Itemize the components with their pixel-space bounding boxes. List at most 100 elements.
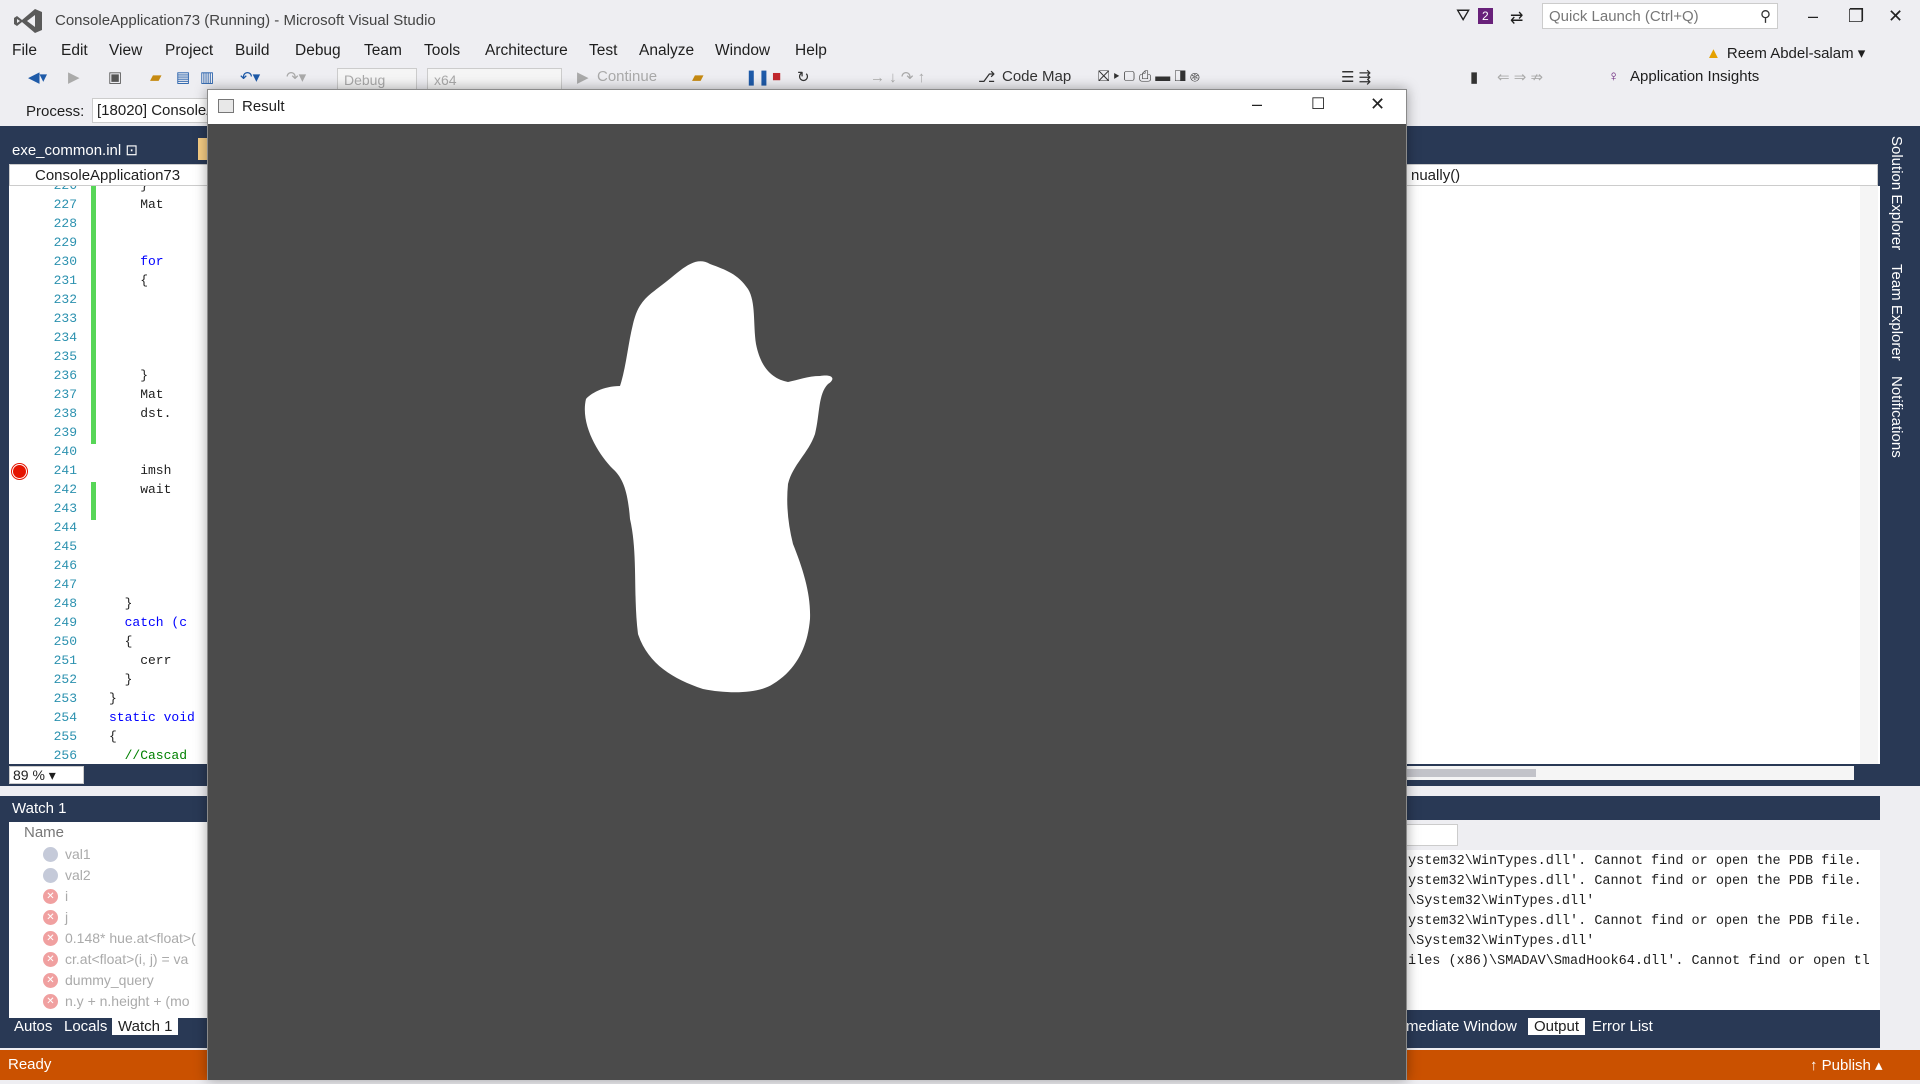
code-map-icon[interactable]: ⎇ xyxy=(978,68,995,86)
tab-team-explorer[interactable]: Team Explorer xyxy=(1888,264,1905,361)
menu-file[interactable]: File xyxy=(12,42,37,60)
publish-button[interactable]: ↑ Publish ▴ xyxy=(1810,1056,1883,1074)
menu-tools[interactable]: Tools xyxy=(424,42,460,60)
menu-help[interactable]: Help xyxy=(795,42,827,60)
line-number: 234 xyxy=(53,330,77,345)
output-text[interactable]: ystem32\WinTypes.dll'. Cannot find or op… xyxy=(1406,850,1880,1010)
search-icon: ⚲ xyxy=(1760,8,1771,25)
save-icon[interactable]: ▤ xyxy=(176,68,190,86)
navigate-forward-icon[interactable]: ▶ xyxy=(68,68,80,86)
bookmark-icon[interactable]: ▮ xyxy=(1470,68,1478,86)
code-line: { xyxy=(109,729,117,744)
application-insights-button[interactable]: Application Insights xyxy=(1630,68,1759,85)
line-number: 232 xyxy=(53,292,77,307)
watch-row-name[interactable]: i xyxy=(65,888,68,904)
notification-filter-icon[interactable]: ⛛ xyxy=(1456,6,1470,26)
close-button[interactable]: ✕ xyxy=(1888,6,1903,27)
watch-row-name[interactable]: dummy_query xyxy=(65,972,154,988)
tab-locals[interactable]: Locals xyxy=(64,1018,107,1035)
menu-analyze[interactable]: Analyze xyxy=(639,42,694,60)
output-source-dropdown[interactable] xyxy=(1406,824,1458,846)
editor-horizontal-scrollbar[interactable] xyxy=(1406,766,1854,780)
line-number: 245 xyxy=(53,539,77,554)
break-all-icon[interactable]: ❚❚ xyxy=(745,68,770,86)
stop-debugging-icon[interactable]: ■ xyxy=(772,68,781,85)
code-line: } xyxy=(109,368,149,383)
restart-icon[interactable]: ↻ xyxy=(797,68,810,86)
menu-debug[interactable]: Debug xyxy=(295,42,341,60)
line-number: 231 xyxy=(53,273,77,288)
result-close-button[interactable]: ✕ xyxy=(1370,94,1385,115)
new-project-icon[interactable]: ▣ xyxy=(108,68,122,86)
tab-exe-common[interactable]: exe_common.inl ⊡ xyxy=(12,141,138,159)
solution-config-dropdown[interactable]: Debug xyxy=(337,68,417,91)
watch-row-name[interactable]: j xyxy=(65,909,68,925)
restore-button[interactable]: ❐ xyxy=(1848,6,1864,27)
breakpoint-icon[interactable] xyxy=(12,464,27,479)
code-map-button[interactable]: Code Map xyxy=(1002,68,1071,85)
quick-launch-input[interactable]: Quick Launch (Ctrl+Q) ⚲ xyxy=(1542,3,1778,29)
code-editor[interactable]: 226 } 227 Mat 228 229 230 for 231 {232 233 234 2… xyxy=(9,186,209,764)
menu-architecture[interactable]: Architecture xyxy=(485,42,568,60)
tab-solution-explorer[interactable]: Solution Explorer xyxy=(1888,136,1905,250)
undo-icon[interactable]: ↶▾ xyxy=(240,68,260,86)
code-line: } xyxy=(109,596,133,611)
watch-row-name[interactable]: n.y + n.height + (mo xyxy=(65,993,190,1009)
tab-output[interactable]: Output xyxy=(1528,1018,1586,1035)
watch-grid[interactable]: Name val1 val2 ✕ i ✕ j ✕ 0.148* hue.at<float>(✕… xyxy=(9,822,210,1018)
tab-autos[interactable]: Autos xyxy=(14,1018,52,1035)
zoom-dropdown[interactable]: 89 % ▾ xyxy=(9,766,84,784)
minimize-button[interactable]: ‒ xyxy=(1808,6,1818,27)
menu-build[interactable]: Build xyxy=(235,42,269,60)
tab-label: exe_common.inl xyxy=(12,142,122,159)
folder-icon[interactable]: ▰ xyxy=(692,68,704,86)
platform-dropdown[interactable]: x64 xyxy=(427,68,562,91)
bookmark-nav-icon[interactable]: ⇐ ⇒ ⇏ xyxy=(1497,68,1543,86)
step-into-icon[interactable]: → ↓ ↷ ↑ xyxy=(870,68,925,86)
scroll-thumb[interactable] xyxy=(1406,769,1536,777)
code-editor-right[interactable] xyxy=(1406,186,1880,764)
menu-edit[interactable]: Edit xyxy=(61,42,88,60)
menu-team[interactable]: Team xyxy=(364,42,402,60)
tab-error-list[interactable]: Error List xyxy=(1592,1018,1653,1035)
tab-immediate-window[interactable]: mediate Window xyxy=(1406,1018,1517,1035)
result-window[interactable]: Result ‒ ☐ ✕ xyxy=(207,89,1407,1080)
open-file-icon[interactable]: ▰ xyxy=(150,68,162,86)
menu-test[interactable]: Test xyxy=(589,42,617,60)
value-icon xyxy=(43,847,58,862)
menu-project[interactable]: Project xyxy=(165,42,213,60)
process-dropdown[interactable]: [18020] ConsoleA xyxy=(92,98,212,123)
output-line: iles (x86)\SMADAV\SmadHook64.dll'. Canno… xyxy=(1408,954,1870,969)
editor-vertical-scrollbar[interactable] xyxy=(1860,186,1878,764)
watch-row-name[interactable]: 0.148* hue.at<float>( xyxy=(65,930,196,946)
line-number: 239 xyxy=(53,425,77,440)
watch-column-name: Name xyxy=(24,824,65,841)
breakpoints-icon[interactable]: ⛝ ▸ ▢ ⎙ ▬ ◨ ⊛ xyxy=(1098,68,1200,85)
feedback-icon[interactable]: ⇄ xyxy=(1510,8,1523,28)
watch-title: Watch 1 xyxy=(12,800,67,817)
navigate-back-icon[interactable]: ◀▾ xyxy=(28,68,47,86)
line-number: 255 xyxy=(53,729,77,744)
comment-icon[interactable]: ☰ ⇶ xyxy=(1341,68,1371,86)
result-minimize-button[interactable]: ‒ xyxy=(1252,94,1262,115)
code-line: } xyxy=(109,672,133,687)
watch-row-name[interactable]: val1 xyxy=(65,846,91,862)
menu-window[interactable]: Window xyxy=(715,42,770,60)
user-account[interactable]: ▲ Reem Abdel-salam ▾ xyxy=(1706,44,1865,62)
segmented-mask xyxy=(584,261,833,693)
line-number: 243 xyxy=(53,501,77,516)
member-nav-dropdown[interactable]: nually() xyxy=(1406,164,1878,186)
tab-notifications[interactable]: Notifications xyxy=(1888,376,1905,458)
save-all-icon[interactable]: ▥ xyxy=(200,68,214,86)
result-maximize-button[interactable]: ☐ xyxy=(1311,94,1325,114)
watch-window: Watch 1 Name val1 val2 ✕ i ✕ j ✕ 0.148* hue.at<… xyxy=(0,796,210,1048)
watch-row-name[interactable]: val2 xyxy=(65,867,91,883)
menu-view[interactable]: View xyxy=(109,42,142,60)
project-nav-dropdown[interactable]: ConsoleApplication73 xyxy=(9,164,209,186)
pin-icon[interactable]: ⊡ xyxy=(125,142,138,159)
watch-row-name[interactable]: cr.at<float>(i, j) = va xyxy=(65,951,188,967)
line-number: 230 xyxy=(53,254,77,269)
tab-watch-1[interactable]: Watch 1 xyxy=(112,1018,179,1035)
continue-button[interactable]: Continue xyxy=(597,68,657,85)
redo-icon[interactable]: ↷▾ xyxy=(286,68,306,86)
